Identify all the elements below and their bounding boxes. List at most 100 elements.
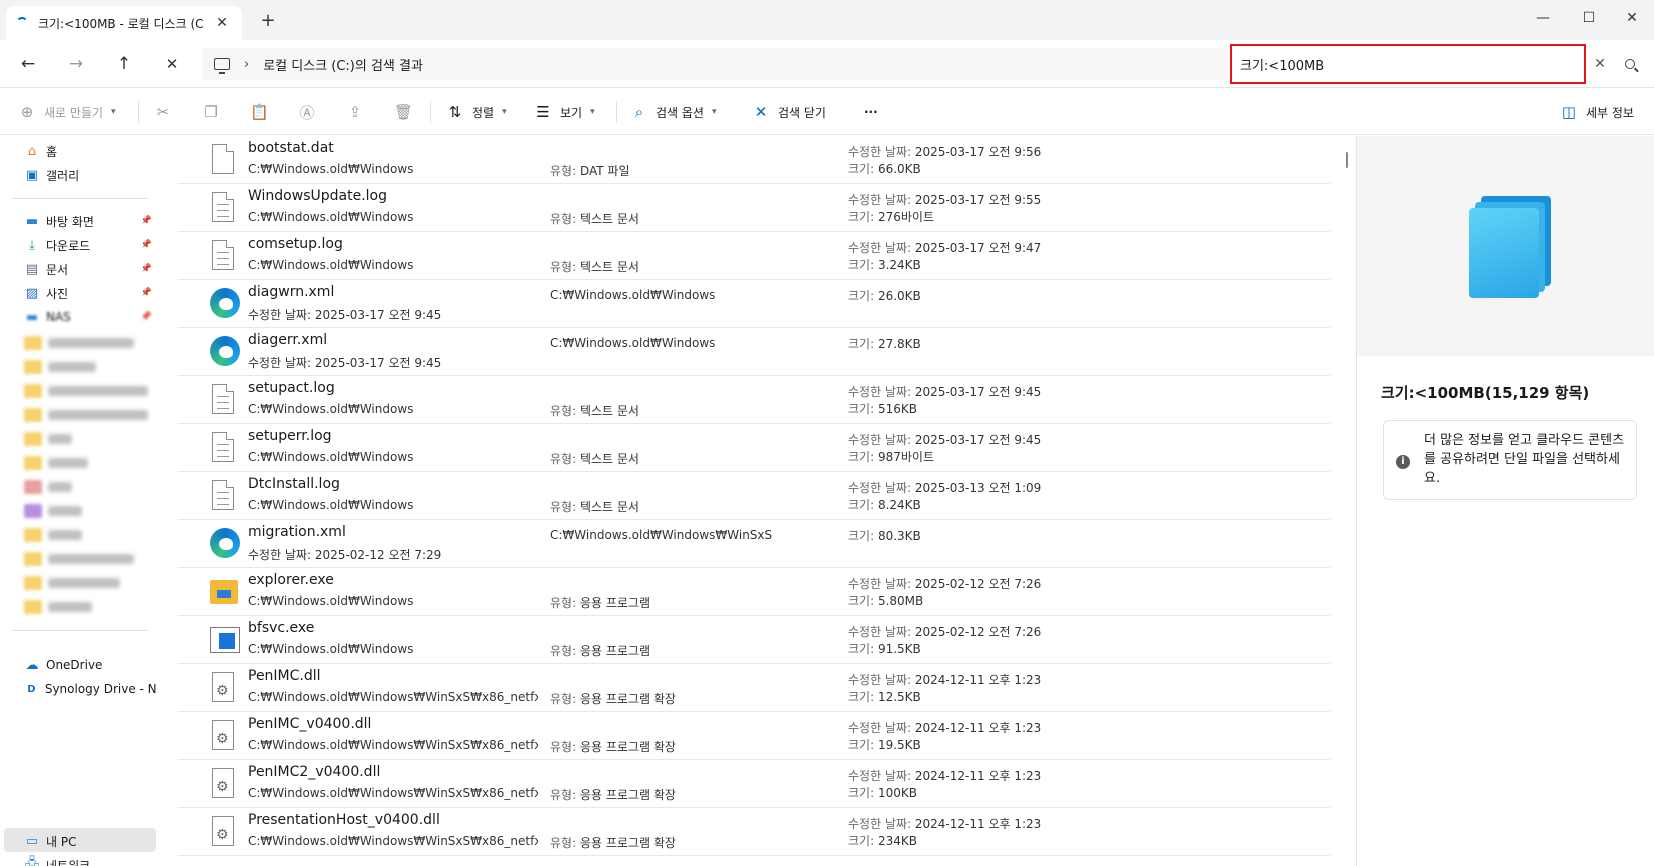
scrollbar-thumb[interactable] xyxy=(1346,152,1348,168)
close-search-button[interactable]: ✕ 검색 닫기 xyxy=(752,97,826,127)
file-row[interactable]: diagwrn.xml 수정한 날짜: 2025-03-17 오전 9:45 C:₩… xyxy=(178,280,1330,328)
file-row[interactable]: setuperr.log C:₩Windows.old₩Windows 유형: 텍스… xyxy=(178,424,1330,472)
sidebar-item-gallery[interactable]: ▣ 갤러리 xyxy=(24,164,156,186)
delete-button[interactable]: 🗑 xyxy=(394,97,413,127)
sidebar-item-onedrive[interactable]: ☁ OneDrive xyxy=(24,654,156,676)
sidebar-item-blurred[interactable] xyxy=(24,456,88,470)
sidebar-item-blurred[interactable] xyxy=(24,480,72,494)
file-name[interactable]: PresentationHost_v0400.dll xyxy=(248,812,440,828)
breadcrumb-chevron-icon[interactable]: › xyxy=(244,57,249,72)
file-name[interactable]: setupact.log xyxy=(248,380,335,396)
file-name[interactable]: diagerr.xml xyxy=(248,332,327,348)
modified-value: 2025-03-17 오전 9:56 xyxy=(914,145,1042,159)
new-button[interactable]: ⊕ 새로 만들기 ▾ xyxy=(18,97,116,127)
close-window-button[interactable]: ✕ xyxy=(1610,4,1654,32)
tab-search-results[interactable]: 크기:<100MB - 로컬 디스크 (C ✕ xyxy=(6,6,242,40)
new-tab-button[interactable]: + xyxy=(256,10,280,31)
details-pane-button[interactable]: ◫ 세부 정보 xyxy=(1560,97,1634,127)
copy-button[interactable]: ❐ xyxy=(202,97,220,127)
search-options-button[interactable]: ⌕ 검색 옵션 ▾ xyxy=(630,97,717,127)
file-size: 크기: 276바이트 xyxy=(848,209,1041,226)
file-row[interactable]: comsetup.log C:₩Windows.old₩Windows 유형: 텍스… xyxy=(178,232,1330,280)
file-name[interactable]: migration.xml xyxy=(248,524,346,540)
modified-value: 2025-03-17 오전 9:45 xyxy=(914,385,1042,399)
folder-icon xyxy=(24,456,42,470)
maximize-button[interactable]: ☐ xyxy=(1566,4,1612,32)
minimize-button[interactable]: — xyxy=(1520,4,1566,32)
modified-value: 2025-02-12 오전 7:26 xyxy=(914,625,1042,639)
stop-button[interactable]: ✕ xyxy=(158,50,186,78)
file-row[interactable]: WindowsUpdate.log C:₩Windows.old₩Windows 유… xyxy=(178,184,1330,232)
file-row[interactable]: bootstat.dat C:₩Windows.old₩Windows 유형: DA… xyxy=(178,136,1330,184)
sidebar-item-blurred[interactable] xyxy=(24,600,92,614)
back-button[interactable]: ← xyxy=(14,50,42,78)
file-name[interactable]: PenIMC.dll xyxy=(248,668,321,684)
file-row[interactable]: migration.xml 수정한 날짜: 2025-02-12 오전 7:29 C… xyxy=(178,520,1330,568)
sidebar-item-downloads[interactable]: ⤓ 다운로드 📌 xyxy=(24,234,156,256)
search-clear-button[interactable]: ✕ xyxy=(1586,50,1614,78)
sort-button[interactable]: ⇅ 정렬 ▾ xyxy=(446,97,507,127)
file-row[interactable]: PenIMC.dll C:₩Windows.old₩Windows₩WinSxS₩… xyxy=(178,664,1330,712)
search-button[interactable] xyxy=(1616,50,1644,78)
new-button-label: 새로 만들기 xyxy=(44,105,104,120)
file-row[interactable]: bfsvc.exe C:₩Windows.old₩Windows 유형: 응용 프로… xyxy=(178,616,1330,664)
type-label: 유형: xyxy=(550,788,577,802)
file-name[interactable]: setuperr.log xyxy=(248,428,332,444)
file-size: 크기: 66.0KB xyxy=(848,161,1041,178)
sidebar-item-blurred[interactable] xyxy=(24,504,82,518)
sidebar-item-documents[interactable]: ▤ 문서 📌 xyxy=(24,258,156,280)
file-row[interactable]: setupact.log C:₩Windows.old₩Windows 유형: 텍스… xyxy=(178,376,1330,424)
file-name[interactable]: PenIMC2_v0400.dll xyxy=(248,764,380,780)
file-type: 유형: DAT 파일 xyxy=(550,162,630,179)
file-row[interactable]: DtcInstall.log C:₩Windows.old₩Windows 유형: … xyxy=(178,472,1330,520)
up-button[interactable]: ↑ xyxy=(110,50,138,78)
sidebar-item-network[interactable]: 🖧 네트워크 xyxy=(24,854,156,866)
file-row[interactable]: PresentationHost_v0400.dll C:₩Windows.old… xyxy=(178,808,1330,856)
tab-close-icon[interactable]: ✕ xyxy=(212,15,232,31)
divider xyxy=(430,101,431,123)
details-pane-label: 세부 정보 xyxy=(1586,105,1634,120)
edge-icon xyxy=(210,528,240,558)
address-bar[interactable]: › 로컬 디스크 (C:)의 검색 결과 xyxy=(202,48,1230,80)
edge-icon xyxy=(210,336,240,366)
sidebar-item-blurred[interactable] xyxy=(24,384,148,398)
rename-button[interactable]: Ⓐ xyxy=(298,97,316,127)
file-row[interactable]: PenIMC_v0400.dll C:₩Windows.old₩Windows₩W… xyxy=(178,712,1330,760)
sidebar-item-this-pc[interactable]: ▭ 내 PC xyxy=(24,830,156,852)
file-name[interactable]: diagwrn.xml xyxy=(248,284,334,300)
file-row[interactable]: PenIMC2_v0400.dll C:₩Windows.old₩Windows₩… xyxy=(178,760,1330,808)
sidebar-item-pictures[interactable]: ▨ 사진 📌 xyxy=(24,282,156,304)
file-row[interactable]: diagerr.xml 수정한 날짜: 2025-03-17 오전 9:45 C:₩… xyxy=(178,328,1330,376)
file-name[interactable]: WindowsUpdate.log xyxy=(248,188,387,204)
sidebar-item-blurred[interactable] xyxy=(24,336,134,350)
modified-value: 2025-02-12 오전 7:29 xyxy=(314,548,442,562)
view-button[interactable]: ☰ 보기 ▾ xyxy=(534,97,594,127)
file-name[interactable]: bootstat.dat xyxy=(248,140,334,156)
file-name[interactable]: comsetup.log xyxy=(248,236,343,252)
cut-button[interactable]: ✂ xyxy=(154,97,172,127)
sidebar-item-home[interactable]: ⌂ 홈 xyxy=(24,140,156,162)
search-input[interactable]: 크기:<100MB xyxy=(1230,44,1586,84)
file-name[interactable]: DtcInstall.log xyxy=(248,476,340,492)
sidebar-item-blurred[interactable] xyxy=(24,408,148,422)
file-name[interactable]: PenIMC_v0400.dll xyxy=(248,716,371,732)
sidebar-item-blurred[interactable] xyxy=(24,576,120,590)
paste-button[interactable]: 📋 xyxy=(250,97,269,127)
sidebar-item-nas[interactable]: ▬ NAS 📌 xyxy=(24,306,156,328)
share-button[interactable]: ⇪ xyxy=(346,97,364,127)
sidebar-item-desktop[interactable]: ▬ 바탕 화면 📌 xyxy=(24,210,156,232)
more-options-button[interactable]: ··· xyxy=(864,97,878,127)
file-size: 크기: 516KB xyxy=(848,401,1041,418)
file-row[interactable]: explorer.exe C:₩Windows.old₩Windows 유형: 응용… xyxy=(178,568,1330,616)
sidebar-item-blurred[interactable] xyxy=(24,360,96,374)
file-name[interactable]: bfsvc.exe xyxy=(248,620,314,636)
sidebar-item-synology[interactable]: D Synology Drive - NA xyxy=(24,678,156,700)
breadcrumb-location[interactable]: 로컬 디스크 (C:)의 검색 결과 xyxy=(263,55,423,74)
sidebar-item-blurred[interactable] xyxy=(24,552,134,566)
edge-icon xyxy=(210,288,240,318)
modified-value: 2024-12-11 오후 1:23 xyxy=(914,769,1042,783)
file-name[interactable]: explorer.exe xyxy=(248,572,334,588)
sidebar-item-blurred[interactable] xyxy=(24,528,82,542)
sidebar-item-blurred[interactable] xyxy=(24,432,72,446)
forward-button[interactable]: → xyxy=(62,50,90,78)
